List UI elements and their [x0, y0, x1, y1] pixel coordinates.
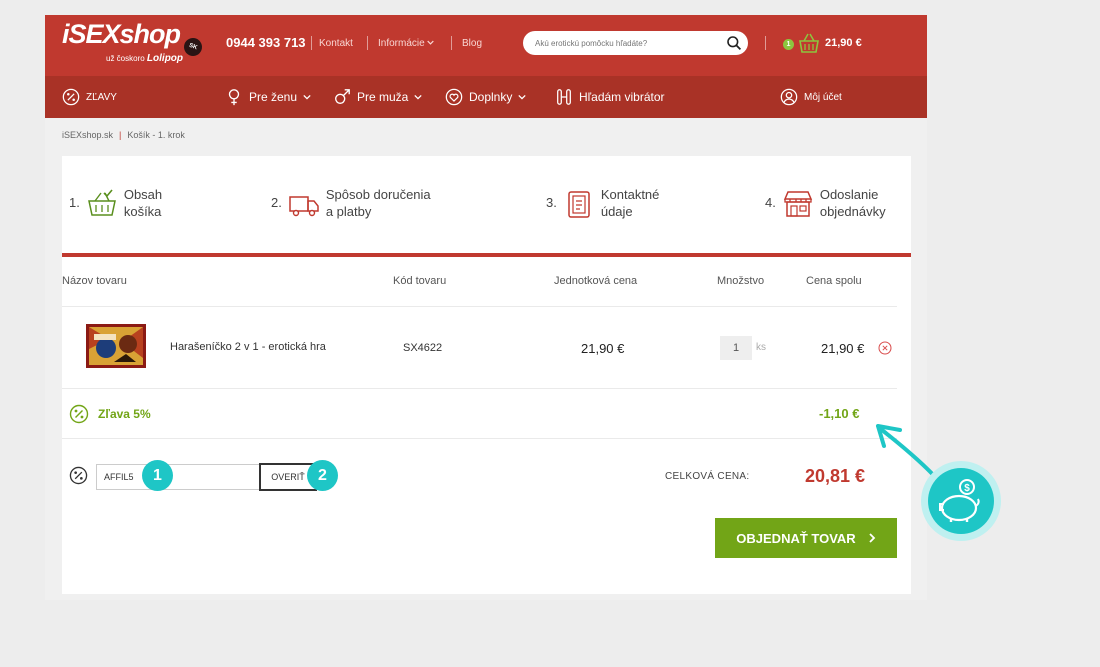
quantity-input[interactable]	[720, 336, 752, 360]
logo[interactable]: iSEXshop SK už čoskoro Lolipop	[62, 19, 205, 64]
column-header-code: Kód tovaru	[393, 275, 447, 287]
divider	[62, 388, 897, 389]
column-header-quantity: Množstvo	[717, 275, 765, 287]
step-number: 1.	[69, 195, 80, 210]
female-icon	[228, 89, 240, 106]
step-contact-details[interactable]: 3. Kontaktné údaje	[546, 186, 659, 220]
coupon-code-input[interactable]	[96, 464, 262, 490]
nav-label: Pre ženu	[249, 90, 298, 104]
column-header-unit-price: Jednotková cena	[554, 275, 638, 287]
breadcrumb: iSEXshop.sk | Košík - 1. krok	[62, 130, 185, 140]
step-number: 3.	[546, 195, 557, 210]
discount-amount: -1,10 €	[819, 406, 860, 421]
total-price: 20,81 €	[805, 466, 866, 486]
divider	[62, 438, 897, 439]
discount-icon	[62, 88, 80, 106]
chevron-down-icon	[427, 40, 435, 45]
logo-badge: SK	[181, 35, 205, 59]
basket-icon	[87, 189, 116, 216]
product-unit-price: 21,90 €	[581, 341, 625, 356]
divider	[765, 36, 766, 50]
page: iSEXshop SK už čoskoro Lolipop 0944 393 …	[45, 15, 927, 600]
product-line-total: 21,90 €	[821, 341, 865, 356]
chevron-down-icon	[414, 94, 423, 100]
remove-item-icon[interactable]	[878, 341, 892, 355]
discount-icon	[69, 404, 89, 424]
logo-text: iSEXshop	[62, 19, 181, 49]
step-label: Kontaktné údaje	[600, 187, 660, 219]
nav-label: Môj účet	[804, 91, 842, 103]
nav-item-for-men[interactable]: Pre muža	[333, 76, 423, 118]
nav-item-discounts[interactable]: ZĽAVY	[62, 76, 117, 118]
cart-basket-icon[interactable]	[797, 32, 821, 54]
nav-label: Doplnky	[469, 90, 513, 104]
chevron-right-icon	[869, 533, 875, 543]
column-header-name: Názov tovaru	[62, 275, 127, 287]
phone-number[interactable]: 0944 393 713	[226, 35, 306, 50]
link-info[interactable]: Informácie	[378, 38, 435, 49]
heart-icon	[445, 88, 463, 106]
svg-text:$: $	[964, 483, 970, 494]
divider	[451, 36, 452, 50]
cart-card: 1. Obsah košíka 2. Spôsob doručenia a plat…	[62, 156, 911, 594]
nav-label: Pre muža	[357, 90, 409, 104]
total-label: CELKOVÁ CENA:	[665, 471, 750, 482]
nav-item-vibrator-finder[interactable]: Hľadám vibrátor	[555, 76, 665, 118]
step-label: Spôsob doručenia a platby	[325, 187, 431, 219]
step-order-submit[interactable]: 4. Odoslanie objednávky	[765, 186, 886, 220]
divider	[62, 306, 897, 307]
product-name[interactable]: Harašeníčko 2 v 1 - erotická hra	[170, 341, 326, 353]
search-input[interactable]	[535, 31, 715, 55]
link-blog[interactable]: Blog	[462, 38, 482, 49]
discount-label: Zľava 5%	[98, 407, 151, 421]
step-label: Odoslanie objednávky	[819, 187, 886, 219]
contact-form-icon	[568, 191, 590, 218]
search-icon[interactable]	[726, 35, 742, 51]
cart-count-badge: 1	[783, 39, 794, 50]
step-marker-1: 1	[142, 460, 173, 491]
step-number: 4.	[765, 195, 776, 210]
breadcrumb-home[interactable]: iSEXshop.sk	[62, 130, 113, 140]
column-header-total: Cena spolu	[806, 275, 862, 287]
order-button[interactable]: OBJEDNAŤ TOVAR	[715, 518, 897, 558]
link-contact[interactable]: Kontakt	[319, 38, 353, 49]
nav-item-accessories[interactable]: Doplnky	[445, 76, 527, 118]
truck-icon	[289, 196, 319, 217]
vibrator-icon	[557, 89, 571, 105]
quantity-unit: ks	[756, 342, 766, 353]
user-icon	[780, 88, 798, 106]
breadcrumb-separator: |	[119, 130, 122, 140]
logo-tagline: už čoskoro Lolipop	[106, 53, 184, 64]
main-nav: ZĽAVY Pre ženu Pre muža Doplnky Hľadám v…	[45, 76, 927, 118]
search-box	[523, 31, 748, 55]
divider	[311, 36, 312, 50]
product-code: SX4622	[403, 342, 443, 354]
male-icon	[335, 89, 350, 104]
nav-item-for-women[interactable]: Pre ženu	[225, 76, 311, 118]
piggy-bank-icon: $	[921, 461, 1001, 541]
chevron-down-icon	[518, 94, 527, 100]
chevron-down-icon	[303, 94, 311, 100]
nav-item-my-account[interactable]: Môj účet	[780, 76, 842, 118]
cart-total[interactable]: 21,90 €	[825, 37, 862, 49]
coupon-percent-icon	[69, 466, 88, 485]
product-image[interactable]	[84, 322, 148, 370]
nav-label: Hľadám vibrátor	[579, 90, 665, 104]
step-delivery-payment[interactable]: 2. Spôsob doručenia a platby	[271, 186, 431, 220]
header: iSEXshop SK už čoskoro Lolipop 0944 393 …	[45, 15, 927, 76]
step-number: 2.	[271, 195, 282, 210]
nav-label: ZĽAVY	[86, 91, 117, 103]
store-icon	[783, 191, 812, 217]
step-marker-2: 2	[307, 460, 338, 491]
divider	[367, 36, 368, 50]
progress-divider	[62, 253, 911, 257]
step-label: Obsah košíka	[123, 187, 163, 219]
step-cart-contents[interactable]: 1. Obsah košíka	[69, 186, 162, 220]
breadcrumb-current: Košík - 1. krok	[127, 130, 185, 140]
order-button-label: OBJEDNAŤ TOVAR	[736, 530, 856, 546]
